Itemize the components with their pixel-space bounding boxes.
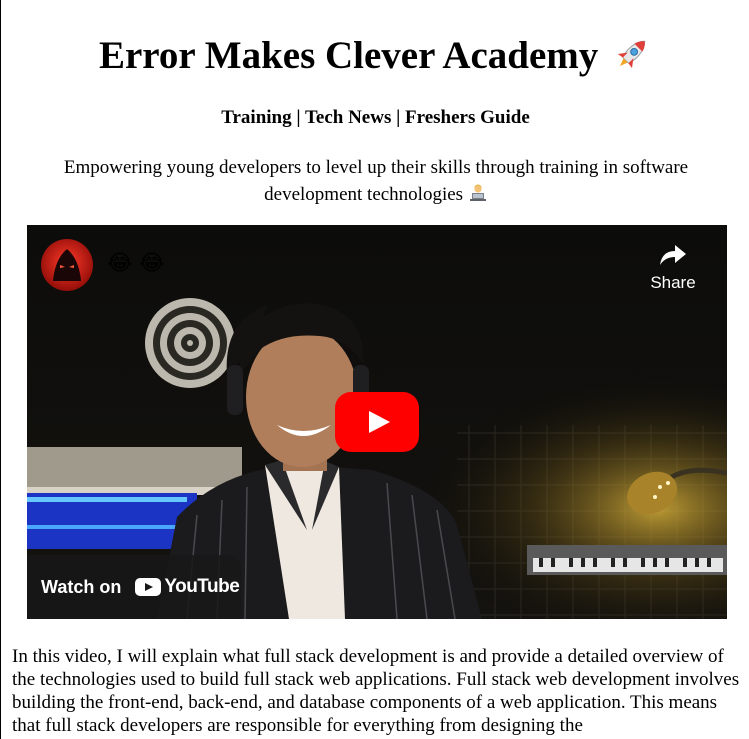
page-title: Error Makes Clever Academy — [1, 33, 749, 85]
laughing-emoji-1: 😂 — [107, 251, 133, 276]
youtube-logo: YouTube — [135, 576, 240, 598]
youtube-play-icon — [135, 578, 162, 596]
share-button[interactable]: Share — [643, 243, 703, 293]
rocket-icon — [612, 34, 652, 85]
video-description: In this video, I will explain what full … — [12, 646, 740, 736]
watch-on-youtube-button[interactable]: Watch on YouTube — [27, 555, 241, 619]
nav-links: Training | Tech News | Freshers Guide — [221, 107, 530, 128]
tagline: Empowering young developers to level up … — [41, 154, 711, 211]
video-embed[interactable]: 😂 😂 Share Watch on YouTube — [27, 225, 727, 619]
youtube-label: YouTube — [164, 576, 240, 597]
share-arrow-icon — [660, 245, 686, 265]
share-label: Share — [650, 273, 696, 292]
page-title-text: Error Makes Clever Academy — [98, 34, 599, 77]
play-icon — [335, 392, 419, 452]
page: Error Makes Clever Academy Training | Te… — [0, 0, 749, 739]
tagline-text: Empowering young developers to level up … — [63, 157, 689, 205]
laughing-emoji-2: 😂 — [139, 251, 165, 276]
channel-avatar[interactable] — [41, 239, 93, 291]
technologist-icon — [468, 183, 488, 211]
watch-on-label: Watch on — [41, 576, 122, 597]
play-button[interactable] — [335, 392, 419, 452]
